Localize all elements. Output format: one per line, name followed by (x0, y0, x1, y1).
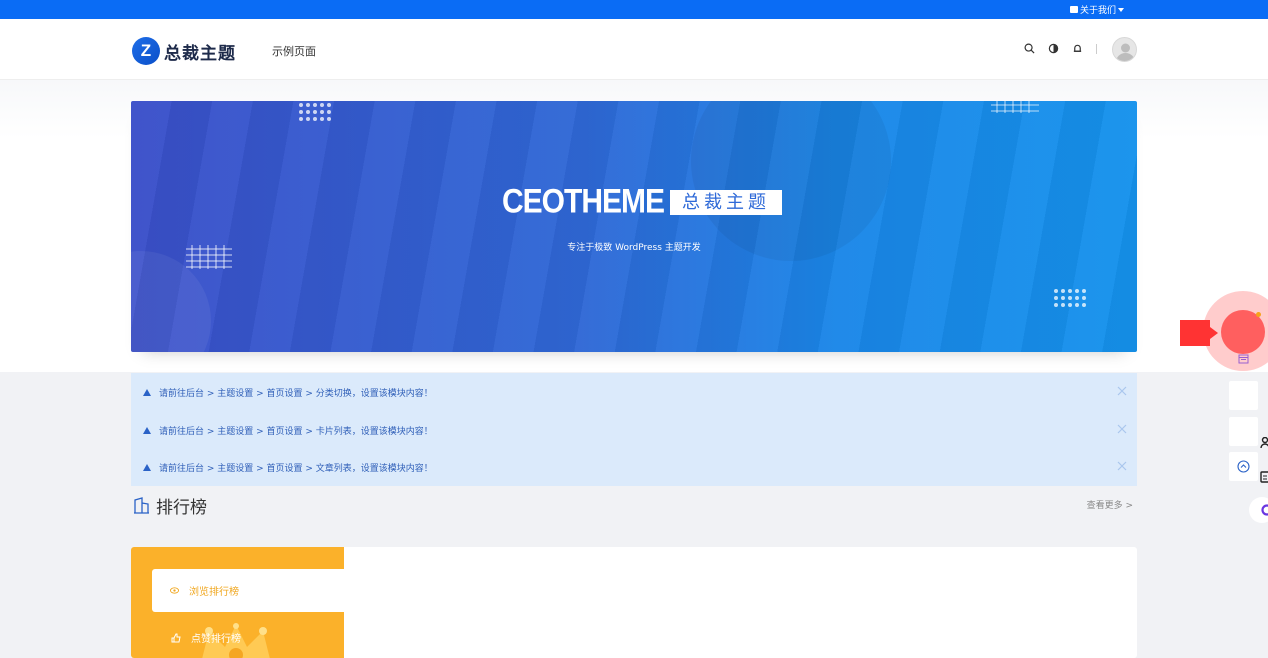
back-to-top-button[interactable] (1229, 452, 1258, 481)
user-icon (1116, 43, 1135, 61)
close-icon[interactable] (1117, 386, 1127, 396)
tab-label: 点赞排行榜 (191, 634, 241, 645)
banner-dots-deco (299, 103, 331, 121)
header-divider (1096, 43, 1097, 54)
close-icon[interactable] (1117, 461, 1127, 471)
banner-brand-cn: 总裁主题 (670, 189, 783, 215)
logo-mark: Z (132, 37, 160, 65)
banner-brand-en: CEOTHEME (502, 182, 665, 221)
nav-item-example-page[interactable]: 示例页面 (272, 43, 316, 59)
notice-bar: 请前往后台 > 主题设置 > 首页设置 > 卡片列表，设置该模块内容！ (131, 411, 1137, 449)
warning-icon (143, 426, 151, 434)
hero-banner[interactable]: CEOTHEME 总裁主题 专注于极致 WordPress 主题开发 (131, 101, 1137, 352)
view-more-link[interactable]: 查看更多 > (1087, 498, 1133, 511)
ranking-tabs-panel: 浏览排行榜 点赞排行榜 (131, 547, 344, 658)
notice-text: 请前往后台 > 主题设置 > 首页设置 > 文章列表，设置该模块内容！ (159, 463, 433, 474)
avatar[interactable] (1112, 37, 1137, 62)
ranking-card: 浏览排行榜 点赞排行榜 (131, 547, 1137, 658)
close-icon[interactable] (1117, 424, 1127, 434)
banner-texture (131, 101, 1137, 352)
floating-arrow-indicator (1180, 320, 1218, 346)
floating-action-ball[interactable] (1221, 310, 1265, 354)
chevron-down-icon (1118, 7, 1124, 12)
assistant-icon (1261, 504, 1268, 516)
notice-text: 请前往后台 > 主题设置 > 首页设置 > 卡片列表，设置该模块内容！ (159, 426, 433, 437)
site-header: Z 总裁主题 示例页面 (0, 19, 1268, 80)
site-logo[interactable]: Z 总裁主题 (132, 37, 236, 65)
ranking-title: 排行榜 (156, 498, 207, 518)
bell-icon[interactable] (1072, 43, 1083, 54)
sidebar-float-button[interactable] (1229, 381, 1258, 410)
warning-icon (143, 463, 151, 471)
search-icon[interactable] (1024, 43, 1035, 54)
banner-dots-deco (1054, 289, 1086, 307)
theme-toggle-icon[interactable] (1048, 43, 1059, 54)
banner-brand: CEOTHEME 总裁主题 (502, 182, 783, 221)
sidebar-float-button[interactable] (1229, 417, 1258, 446)
notification-dot (1256, 312, 1261, 317)
about-icon (1069, 6, 1078, 13)
calendar-icon[interactable] (1238, 353, 1249, 364)
warning-icon (143, 388, 151, 396)
banner-tagline: 专注于极致 WordPress 主题开发 (567, 243, 701, 253)
tab-views-ranking[interactable]: 浏览排行榜 (152, 569, 344, 612)
notice-text: 请前往后台 > 主题设置 > 首页设置 > 分类切换，设置该模块内容！ (159, 388, 433, 399)
notice-bar: 请前往后台 > 主题设置 > 首页设置 > 分类切换，设置该模块内容！ (131, 373, 1137, 411)
logo-text: 总裁主题 (164, 43, 236, 64)
ranking-heading: 排行榜 (133, 493, 207, 518)
document-icon[interactable] (1260, 471, 1268, 483)
thumbs-up-icon (171, 633, 181, 642)
notice-bar: 请前往后台 > 主题设置 > 首页设置 > 文章列表，设置该模块内容！ (131, 448, 1137, 486)
top-bar: 关于我们 (0, 0, 1268, 19)
assistant-bubble[interactable] (1249, 497, 1268, 523)
about-us-label: 关于我们 (1079, 6, 1116, 16)
eye-icon (170, 587, 179, 594)
arrow-up-circle-icon (1237, 460, 1250, 473)
tab-label: 浏览排行榜 (189, 587, 239, 598)
tab-likes-ranking[interactable]: 点赞排行榜 (171, 630, 241, 645)
people-icon[interactable] (1260, 437, 1268, 449)
banner-grid-deco (991, 101, 1039, 113)
ranking-icon (134, 497, 149, 514)
header-actions (1024, 43, 1097, 54)
about-us-menu[interactable]: 关于我们 (1069, 3, 1124, 16)
